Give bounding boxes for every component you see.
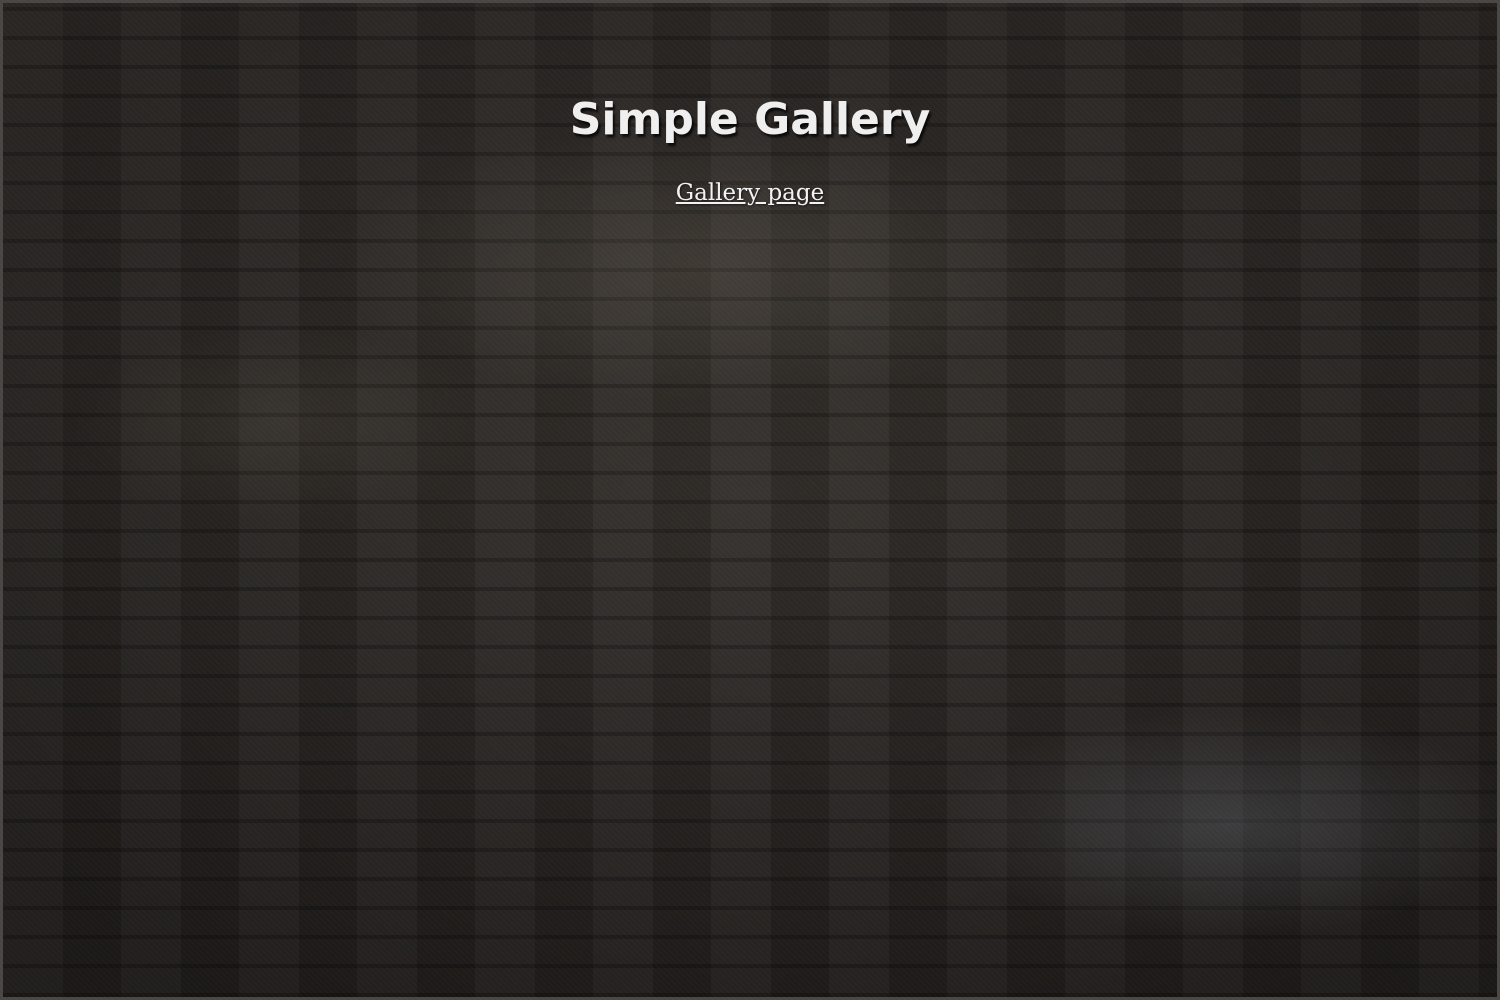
page-content: Simple Gallery Gallery page <box>0 0 1500 206</box>
page-title: Simple Gallery <box>569 94 931 145</box>
gallery-page-link[interactable]: Gallery page <box>676 180 824 206</box>
